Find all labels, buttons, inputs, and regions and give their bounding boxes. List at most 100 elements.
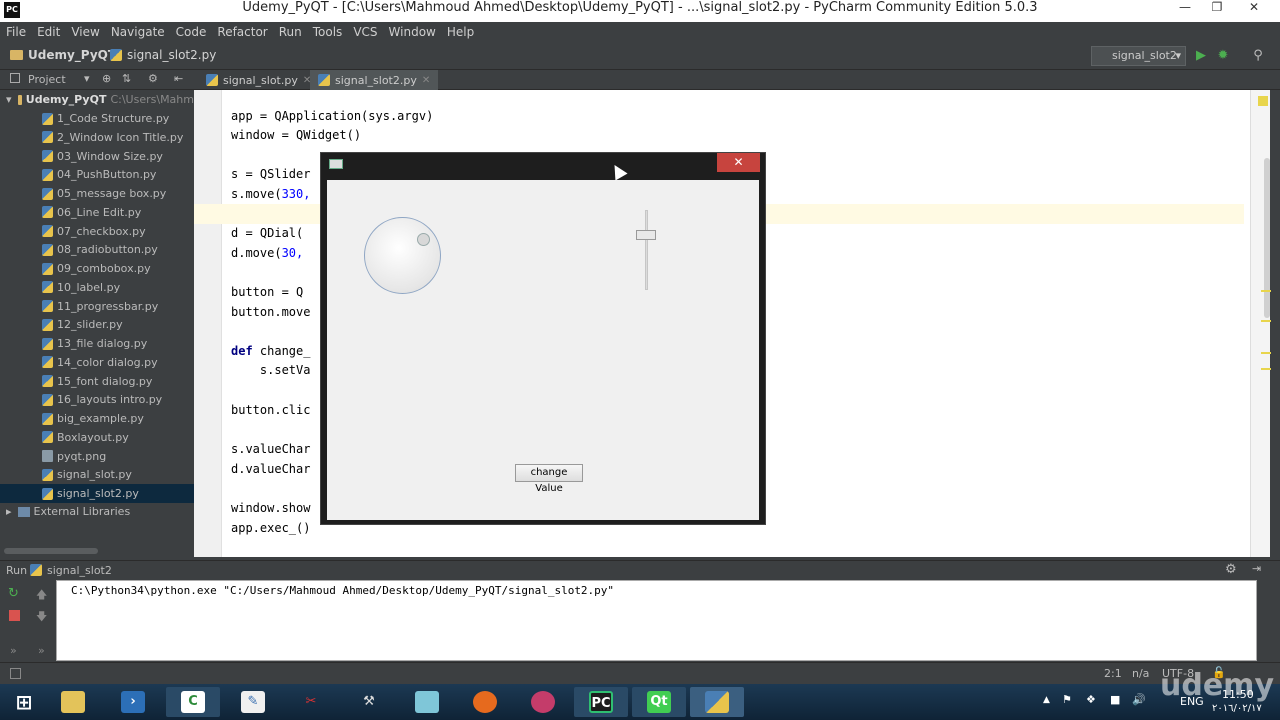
tree-file-item[interactable]: 06_Line Edit.py (0, 203, 194, 222)
expand-arrow-icon[interactable]: ▸ (6, 505, 12, 518)
run-tab-label[interactable]: Run (6, 564, 27, 577)
error-stripe-marker[interactable] (1261, 352, 1271, 354)
taskbar-file-explorer[interactable] (46, 687, 100, 717)
menu-view[interactable]: View (71, 25, 99, 39)
project-panel-label[interactable]: Project (28, 73, 66, 86)
tree-root[interactable]: ▾ Udemy_PyQT C:\Users\Mahm (0, 90, 194, 109)
tree-file-item[interactable]: signal_slot.py (0, 465, 194, 484)
run-icon[interactable]: ▶ (1193, 48, 1209, 64)
close-icon[interactable]: ✕ (422, 75, 430, 86)
change-value-button[interactable]: change Value (515, 464, 583, 494)
tree-file-item[interactable]: 16_layouts intro.py (0, 390, 194, 409)
tray-network-icon[interactable]: ■ (1110, 693, 1120, 706)
line-separator[interactable]: n/a (1132, 667, 1149, 680)
restore-button[interactable]: ❐ (1203, 0, 1231, 16)
tree-file-item[interactable]: 12_slider.py (0, 315, 194, 334)
taskbar-python-file[interactable]: ✎ (226, 687, 280, 717)
expand-icon[interactable]: » (10, 644, 17, 657)
menu-window[interactable]: Window (389, 25, 436, 39)
tree-file-item[interactable]: 2_Window Icon Title.py (0, 128, 194, 147)
tab-signal-slot[interactable]: signal_slot.py ✕ (198, 70, 319, 90)
taskbar-powershell[interactable]: › (106, 687, 160, 717)
tree-file-item[interactable]: pyqt.png (0, 447, 194, 466)
qt-window-titlebar[interactable]: ✕ (321, 153, 765, 180)
expand-icon[interactable]: » (38, 644, 45, 657)
tree-file-item[interactable]: 03_Window Size.py (0, 147, 194, 166)
tray-date[interactable]: ٢٠١٦/٠٢/١٧ (1212, 703, 1262, 714)
error-stripe-marker[interactable] (1261, 290, 1271, 292)
tree-file-item[interactable]: Boxlayout.py (0, 428, 194, 447)
hide-panel-icon[interactable]: ⇥ (1252, 562, 1261, 575)
taskbar-firefox[interactable] (458, 687, 512, 717)
taskbar-python-app[interactable] (690, 687, 744, 717)
qt-close-button[interactable]: ✕ (717, 153, 760, 172)
tree-file-item[interactable]: signal_slot2.py (0, 484, 194, 503)
taskbar-pycharm[interactable]: PC (574, 687, 628, 717)
tree-file-item[interactable]: 05_message box.py (0, 184, 194, 203)
tree-file-item[interactable]: 07_checkbox.py (0, 222, 194, 241)
dial-knob[interactable] (417, 233, 430, 246)
sync-icon[interactable]: ⊕ (102, 72, 111, 85)
menu-tools[interactable]: Tools (313, 25, 343, 39)
taskbar-camtasia[interactable]: C (166, 687, 220, 717)
stop-icon[interactable] (9, 610, 20, 621)
tree-file-item[interactable]: 15_font dialog.py (0, 372, 194, 391)
taskbar-notepad[interactable] (400, 687, 454, 717)
tray-volume-icon[interactable]: 🔊 (1132, 693, 1146, 706)
qslider-handle[interactable] (636, 230, 656, 240)
tree-file-item[interactable]: 09_combobox.py (0, 259, 194, 278)
debug-icon[interactable]: ✹ (1215, 48, 1231, 64)
tray-flag-icon[interactable]: ⚑ (1062, 693, 1072, 706)
menu-file[interactable]: File (6, 25, 26, 39)
breadcrumb-file[interactable]: signal_slot2.py (110, 48, 216, 62)
menu-vcs[interactable]: VCS (353, 25, 377, 39)
editor-scrollbar[interactable] (1250, 90, 1271, 557)
cursor-position[interactable]: 2:1 (1104, 667, 1122, 680)
gear-icon[interactable]: ⚙ (1225, 562, 1237, 577)
menu-code[interactable]: Code (176, 25, 207, 39)
tree-file-item[interactable]: 04_PushButton.py (0, 165, 194, 184)
tree-file-item[interactable]: 13_file dialog.py (0, 334, 194, 353)
error-stripe-marker[interactable] (1261, 368, 1271, 370)
tree-file-item[interactable]: big_example.py (0, 409, 194, 428)
qdial[interactable] (364, 217, 441, 294)
error-stripe-marker[interactable] (1261, 320, 1271, 322)
taskbar-snipping-tool[interactable]: ✂ (284, 687, 338, 717)
rerun-icon[interactable]: ↻ (8, 586, 19, 601)
tree-file-item[interactable]: 08_radiobutton.py (0, 240, 194, 259)
collapse-icon[interactable]: ⇅ (122, 72, 131, 85)
menu-refactor[interactable]: Refactor (217, 25, 267, 39)
menu-run[interactable]: Run (279, 25, 302, 39)
search-icon[interactable]: ⚲ (1250, 48, 1266, 64)
tray-overflow-icon[interactable]: ▲ (1043, 695, 1050, 705)
minimize-button[interactable]: — (1171, 0, 1199, 16)
horizontal-scrollbar[interactable] (4, 548, 98, 554)
run-console[interactable]: C:\Python34\python.exe "C:/Users/Mahmoud… (56, 580, 1257, 661)
tab-signal-slot2[interactable]: signal_slot2.py ✕ (310, 70, 439, 90)
menu-navigate[interactable]: Navigate (111, 25, 165, 39)
tree-file-item[interactable]: 10_label.py (0, 278, 194, 297)
scroll-thumb[interactable] (1264, 158, 1270, 318)
tray-dropbox-icon[interactable]: ❖ (1086, 693, 1096, 706)
menu-edit[interactable]: Edit (37, 25, 60, 39)
tree-file-item[interactable]: 1_Code Structure.py (0, 109, 194, 128)
hide-panel-icon[interactable]: ⇤ (174, 72, 183, 85)
qt-app-window[interactable]: ✕ change Value (320, 152, 766, 525)
gear-icon[interactable]: ⚙ (148, 72, 158, 85)
tree-file-item[interactable]: 14_color dialog.py (0, 353, 194, 372)
taskbar-browser[interactable] (516, 687, 570, 717)
qslider-groove[interactable] (645, 210, 648, 290)
breadcrumb-project[interactable]: Udemy_PyQT (10, 48, 116, 62)
taskbar-tools[interactable]: ⚒ (342, 687, 396, 717)
down-arrow-icon[interactable]: 🡇 (36, 608, 47, 627)
close-window-button[interactable]: ✕ (1240, 0, 1268, 16)
up-arrow-icon[interactable]: 🡅 (36, 586, 47, 605)
taskbar-qt-designer[interactable]: Qt (632, 687, 686, 717)
tree-external-libraries[interactable]: ▸ External Libraries (0, 502, 194, 521)
run-config-dropdown[interactable]: signal_slot2 ▾ (1091, 46, 1186, 66)
expand-arrow-icon[interactable]: ▾ (6, 93, 12, 106)
chevron-down-icon[interactable]: ▾ (84, 72, 90, 85)
menu-help[interactable]: Help (447, 25, 474, 39)
tree-file-item[interactable]: 11_progressbar.py (0, 297, 194, 316)
tool-windows-icon[interactable] (10, 668, 21, 679)
